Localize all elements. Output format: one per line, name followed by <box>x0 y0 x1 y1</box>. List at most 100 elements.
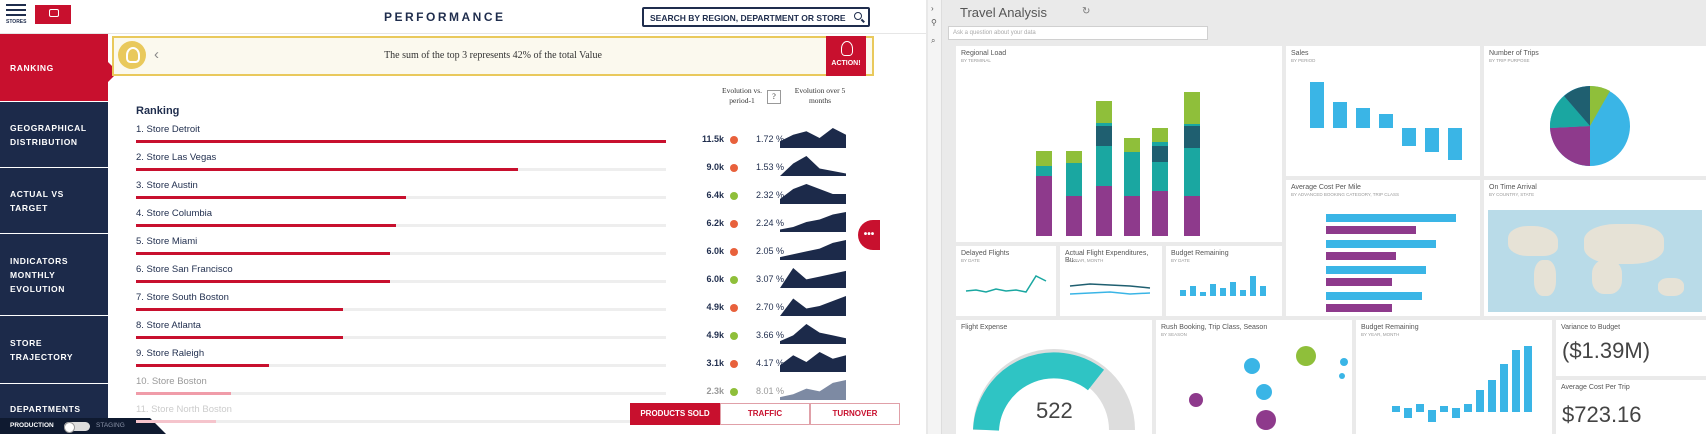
nav-label: ACTUAL VS <box>10 188 64 199</box>
sparkline <box>780 324 846 344</box>
value-bar <box>136 364 269 367</box>
nav-indicators-monthly-evolution[interactable]: INDICATORS MONTHLY EVOLUTION <box>0 234 108 316</box>
value-bar <box>136 420 216 423</box>
evolution-percent: 1.53 % <box>755 162 784 172</box>
ranking-row[interactable]: 10. Store Boston 2.3k 8.01 % <box>136 376 906 404</box>
screen: STORES PERFORMANCE SEARCH BY REGION, DEP… <box>0 0 1706 434</box>
ranking-row[interactable]: 9. Store Raleigh 3.1k 4.17 % <box>136 348 906 376</box>
store-value: 3.1k <box>706 358 724 368</box>
sparkline <box>780 268 846 288</box>
tile-budget-remaining-small[interactable]: Budget Remaining BY DATE <box>1166 246 1282 316</box>
value-bar <box>136 224 396 227</box>
store-label: 2. Store Las Vegas <box>136 152 217 163</box>
evolution-percent: 3.66 % <box>755 330 784 340</box>
nav-store-trajectory[interactable]: STORE TRAJECTORY <box>0 316 108 384</box>
insight-message: The sum of the top 3 represents 42% of t… <box>384 50 602 61</box>
nav-label: RANKING <box>10 62 54 73</box>
environment-toggle[interactable] <box>64 422 90 433</box>
tile-budget-remaining[interactable]: Budget Remaining BY YEAR, MONTH <box>1356 320 1552 434</box>
store-label: 3. Store Austin <box>136 180 198 191</box>
evolution-percent: 1.72 % <box>755 134 784 144</box>
tile-average-cost-per-mile[interactable]: Average Cost Per Mile BY ADVANCED BOOKIN… <box>1286 180 1480 316</box>
dashboard-title: Travel Analysis <box>960 5 1047 20</box>
store-label: 6. Store San Francisco <box>136 264 233 275</box>
tile-actual-flight-expenditures[interactable]: Actual Flight Expenditures, Bu... BY YEA… <box>1060 246 1162 316</box>
cost-per-mile-chart <box>1326 214 1456 312</box>
nav-label: DEPARTMENTS <box>10 403 81 414</box>
tile-on-time-arrival[interactable]: On Time Arrival BY COUNTRY, STATE <box>1484 180 1706 316</box>
value-bar <box>136 196 406 199</box>
trend-indicator-icon <box>730 276 738 284</box>
stacked-bars <box>1036 92 1200 236</box>
sparkline <box>780 296 846 316</box>
period-selector[interactable]: ? <box>764 90 781 104</box>
store-value: 9.0k <box>706 162 724 172</box>
tab-products-sold[interactable]: PRODUCTS SOLD <box>630 403 720 425</box>
tile-average-cost-per-trip[interactable]: Average Cost Per Trip $723.16 <box>1556 380 1706 434</box>
store-performance-app: STORES PERFORMANCE SEARCH BY REGION, DEP… <box>0 0 926 434</box>
store-label: 4. Store Columbia <box>136 208 213 219</box>
trend-indicator-icon <box>730 136 738 144</box>
pin-icon[interactable]: ⚲ <box>931 18 937 27</box>
tile-title: Variance to Budget <box>1561 324 1621 331</box>
nav-label: GEOGRAPHICAL <box>10 122 87 133</box>
nav-actual-vs-target[interactable]: ACTUAL VS TARGET <box>0 168 108 234</box>
trend-indicator-icon <box>730 220 738 228</box>
evolution-percent: 2.32 % <box>755 190 784 200</box>
refresh-icon[interactable]: ↻ <box>1082 6 1090 17</box>
evolution-5-header: Evolution over 5 months <box>794 86 846 105</box>
trend-indicator-icon <box>730 164 738 172</box>
tab-turnover[interactable]: TURNOVER <box>810 403 900 425</box>
nav-ranking[interactable]: RANKING <box>0 34 118 102</box>
action-button[interactable]: ACTION! <box>826 36 866 76</box>
tile-delayed-flights[interactable]: Delayed Flights BY DATE <box>956 246 1056 316</box>
period-box[interactable]: ? <box>767 90 781 104</box>
store-label: 10. Store Boston <box>136 376 207 387</box>
ranking-row[interactable]: 3. Store Austin 6.4k 2.32 % <box>136 180 906 208</box>
tool-strip: › ⚲ ⌕ <box>928 0 942 434</box>
store-value: 6.2k <box>706 218 724 228</box>
menu-icon[interactable]: STORES <box>6 4 26 26</box>
tile-title: Rush Booking, Trip Class, Season <box>1161 324 1268 331</box>
store-label: 1. Store Detroit <box>136 124 200 135</box>
trend-indicator-icon <box>730 332 738 340</box>
tile-sales[interactable]: Sales BY PERIOD <box>1286 46 1480 176</box>
ranking-row[interactable]: 2. Store Las Vegas 9.0k 1.53 % <box>136 152 906 180</box>
evolution-header-text: Evolution vs. period-1 <box>721 86 762 105</box>
qa-input[interactable]: Ask a question about your data <box>948 26 1208 40</box>
tile-title: Sales <box>1291 50 1309 57</box>
evolution-percent: 2.70 % <box>755 302 784 312</box>
tab-traffic[interactable]: TRAFFIC <box>720 403 810 425</box>
search-icon[interactable] <box>854 12 862 20</box>
nav-geographical-distribution[interactable]: GEOGRAPHICAL DISTRIBUTION <box>0 102 108 168</box>
world-map[interactable] <box>1488 210 1702 312</box>
tile-title: On Time Arrival <box>1489 184 1537 191</box>
tile-title: Regional Load <box>961 50 1007 57</box>
tile-number-of-trips[interactable]: Number of Trips BY TRIP PURPOSE <box>1484 46 1706 176</box>
tile-subtitle: BY DATE <box>1171 258 1190 263</box>
search-icon[interactable]: ⌕ <box>931 36 935 46</box>
ranking-row[interactable]: 8. Store Atlanta 4.9k 3.66 % <box>136 320 906 348</box>
ranking-row[interactable]: 1. Store Detroit 11.5k 1.72 % <box>136 124 906 152</box>
store-value: 4.9k <box>706 330 724 340</box>
more-button[interactable]: ••• <box>858 220 880 250</box>
ranking-row[interactable]: 4. Store Columbia 6.2k 2.24 % <box>136 208 906 236</box>
tile-regional-load[interactable]: Regional Load BY TERMINAL <box>956 46 1282 242</box>
store-value: 6.0k <box>706 274 724 284</box>
tile-flight-expense[interactable]: Flight Expense 522 <box>956 320 1152 434</box>
ranking-row[interactable]: 7. Store South Boston 4.9k 2.70 % <box>136 292 906 320</box>
sparkline <box>780 184 846 204</box>
tile-variance-to-budget[interactable]: Variance to Budget ($1.39M) <box>1556 320 1706 376</box>
ranking-row[interactable]: 5. Store Miami 6.0k 2.05 % <box>136 236 906 264</box>
value-bar <box>136 308 343 311</box>
tile-title: Delayed Flights <box>961 250 1010 257</box>
arrow-icon[interactable]: › <box>931 4 934 13</box>
tile-subtitle: BY YEAR, MONTH <box>1065 258 1104 263</box>
search-box[interactable]: SEARCH BY REGION, DEPARTMENT OR STORE <box>642 7 870 27</box>
trend-indicator-icon <box>730 360 738 368</box>
store-label: 5. Store Miami <box>136 236 198 247</box>
tile-rush-booking[interactable]: Rush Booking, Trip Class, Season BY SEAS… <box>1156 320 1352 434</box>
sparkline <box>780 240 846 260</box>
evolution-header: Evolution vs. period-1 <box>712 86 772 106</box>
ranking-row[interactable]: 6. Store San Francisco 6.0k 3.07 % <box>136 264 906 292</box>
